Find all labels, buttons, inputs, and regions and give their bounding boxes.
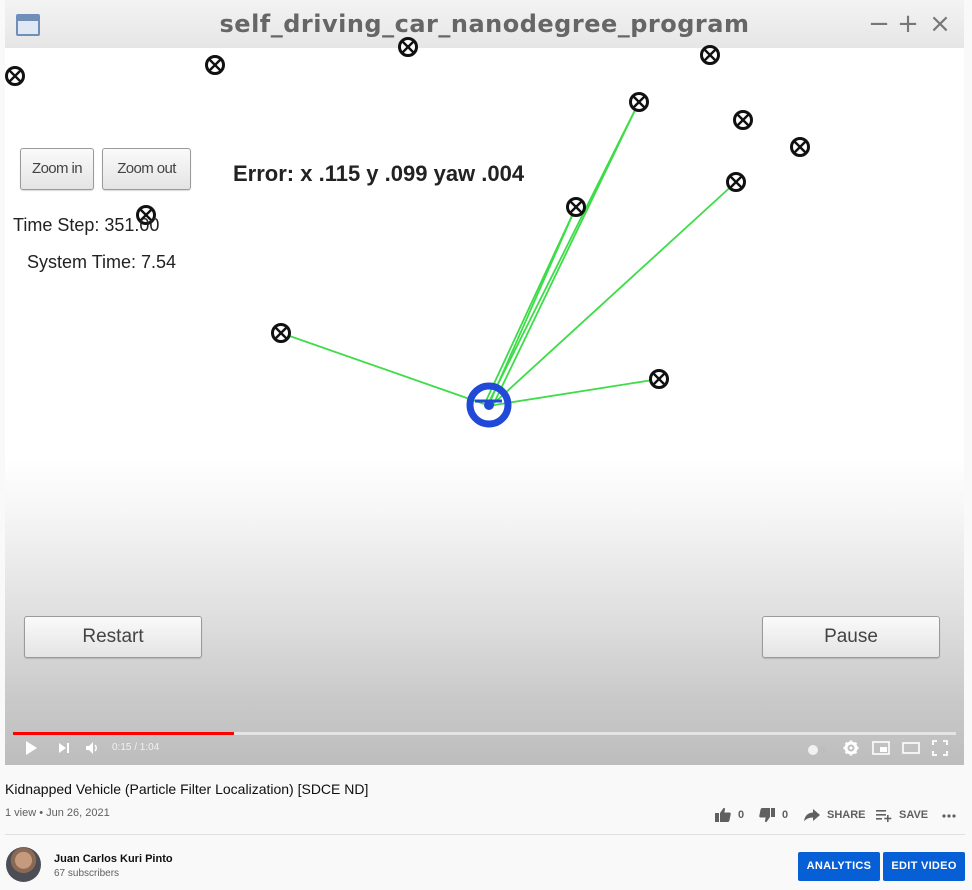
share-icon	[804, 809, 820, 822]
landmark-marker	[398, 37, 418, 57]
subscriber-count: 67 subscribers	[54, 868, 120, 879]
observation-line	[491, 181, 737, 406]
zoom-out-button: Zoom out	[102, 148, 191, 190]
miniplayer-icon[interactable]	[872, 740, 890, 756]
fullscreen-icon[interactable]	[932, 740, 948, 756]
edit-video-button[interactable]: EDIT VIDEO	[883, 852, 965, 881]
vehicle-marker	[466, 382, 512, 428]
observation-line	[487, 378, 660, 407]
progress-bar[interactable]	[13, 732, 956, 735]
time-display: 0:15 / 1:04	[112, 742, 160, 753]
more-horizontal-icon	[942, 814, 956, 818]
observation-line	[493, 101, 640, 404]
pause-button: Pause	[762, 616, 940, 658]
analytics-button[interactable]: ANALYTICS	[798, 852, 880, 881]
dislike-button[interactable]: 0	[758, 806, 788, 824]
error-readout: Error: x .115 y .099 yaw .004	[233, 161, 525, 186]
landmark-marker	[733, 110, 753, 130]
share-label: SHARE	[827, 809, 866, 821]
settings-icon[interactable]	[843, 740, 859, 756]
theater-icon[interactable]	[902, 740, 920, 756]
next-icon[interactable]	[56, 740, 72, 756]
simulator-frame: self_driving_car_nanodegree_program − + …	[5, 0, 964, 765]
system-time-text: System Time: 7.54	[27, 252, 177, 272]
landmark-marker	[205, 55, 225, 75]
observation-line	[484, 206, 577, 404]
volume-icon[interactable]	[84, 740, 100, 756]
progress-fill	[13, 732, 234, 735]
video-player[interactable]: self_driving_car_nanodegree_program − + …	[5, 0, 964, 765]
zoom-in-button: Zoom in	[20, 148, 94, 190]
landmark-marker	[649, 369, 669, 389]
save-label: SAVE	[899, 809, 929, 821]
share-button[interactable]: SHARE	[803, 806, 866, 824]
landmark-marker	[566, 197, 586, 217]
landmark-marker	[5, 66, 25, 86]
more-actions-button[interactable]	[941, 806, 957, 824]
like-button[interactable]: 0	[714, 806, 744, 824]
thumbs-up-icon	[715, 807, 731, 822]
player-controls: 0:15 / 1:04	[5, 726, 964, 765]
channel-name[interactable]: Juan Carlos Kuri Pinto	[54, 853, 173, 865]
channel-avatar[interactable]	[6, 847, 41, 882]
landmark-marker	[629, 92, 649, 112]
video-title: Kidnapped Vehicle (Particle Filter Local…	[5, 781, 369, 797]
observation-line	[280, 332, 485, 405]
play-icon[interactable]	[23, 740, 39, 756]
landmark-marker	[726, 172, 746, 192]
autoplay-toggle-icon[interactable]	[806, 742, 830, 758]
thumbs-down-icon	[759, 808, 775, 823]
observation-lines	[280, 101, 737, 407]
playlist-add-icon	[876, 810, 892, 822]
dislike-count: 0	[782, 809, 789, 821]
landmark-marker	[700, 45, 720, 65]
save-button[interactable]: SAVE	[875, 806, 928, 824]
landmark-marker	[790, 137, 810, 157]
views-and-date: 1 view • Jun 26, 2021	[5, 807, 110, 819]
like-count: 0	[738, 809, 745, 821]
time-step-text: Time Step: 351.00	[13, 215, 160, 235]
restart-button: Restart	[24, 616, 202, 658]
landmark-marker	[271, 323, 291, 343]
section-divider	[5, 834, 965, 835]
